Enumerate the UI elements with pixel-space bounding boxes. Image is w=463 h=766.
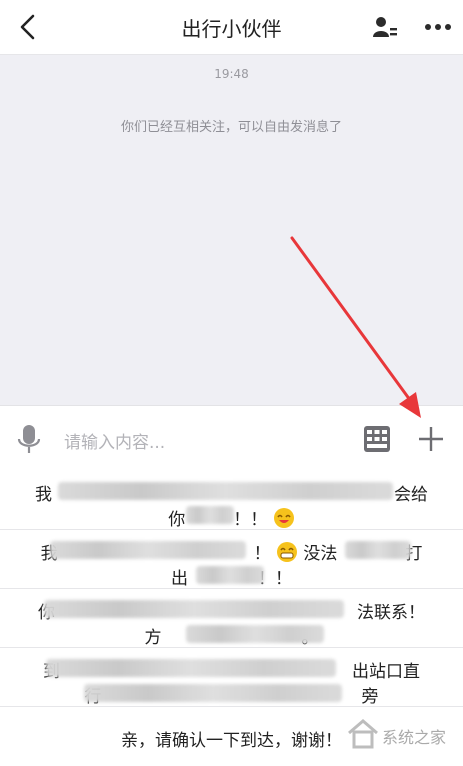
redacted-text <box>50 541 246 559</box>
redacted-text <box>46 659 336 677</box>
reply-text: ！ <box>253 544 271 564</box>
redacted-text <box>196 566 264 584</box>
redacted-text <box>345 541 411 559</box>
reply-text: ！！ <box>233 510 268 530</box>
redacted-text <box>58 482 393 500</box>
plus-icon[interactable] <box>418 426 444 452</box>
quick-reply-item[interactable]: 我 会给 你 ！！ <box>0 472 463 530</box>
redacted-text <box>186 506 234 524</box>
watermark-text: 系统之家 <box>382 728 447 747</box>
redacted-text <box>186 625 324 643</box>
quick-reply-item[interactable]: 到出站口直 行旁 <box>0 649 463 707</box>
timestamp: 19:48 <box>214 67 249 81</box>
more-dots-icon[interactable] <box>424 15 452 39</box>
microphone-icon[interactable] <box>17 424 41 454</box>
reply-text: 法联系！ <box>357 603 425 623</box>
reply-text: 出 <box>171 569 188 589</box>
chat-area: 19:48 你们已经互相关注，可以自由发消息了 <box>0 55 463 405</box>
reply-text: 我 <box>35 485 52 505</box>
system-notice: 你们已经互相关注，可以自由发消息了 <box>120 120 342 135</box>
reply-text: 没法 <box>303 544 338 564</box>
nav-header: 出行小伙伴 <box>0 0 463 55</box>
grid-keyboard-icon[interactable] <box>364 426 390 452</box>
site-watermark: 系统之家 <box>342 714 460 754</box>
house-logo-icon <box>348 719 378 749</box>
contact-card-icon[interactable] <box>373 15 397 39</box>
input-bar: 请输入内容... <box>0 405 463 473</box>
redacted-text <box>84 684 342 702</box>
reply-text: 旁 <box>361 687 379 707</box>
reply-text: 会给 <box>394 485 428 505</box>
redacted-text <box>44 600 344 618</box>
quick-reply-item[interactable]: 我！ 没法打 出！！ <box>0 531 463 589</box>
message-input[interactable]: 请输入内容... <box>64 428 165 453</box>
reply-text: 你 <box>168 510 186 530</box>
reply-text: 方 <box>144 628 162 648</box>
reply-text: 出站口直 <box>352 662 420 682</box>
quick-reply-item[interactable]: 你法联系！ 方。 <box>0 590 463 648</box>
smile-emoji-icon <box>273 508 294 528</box>
grin-emoji-icon <box>277 542 297 562</box>
